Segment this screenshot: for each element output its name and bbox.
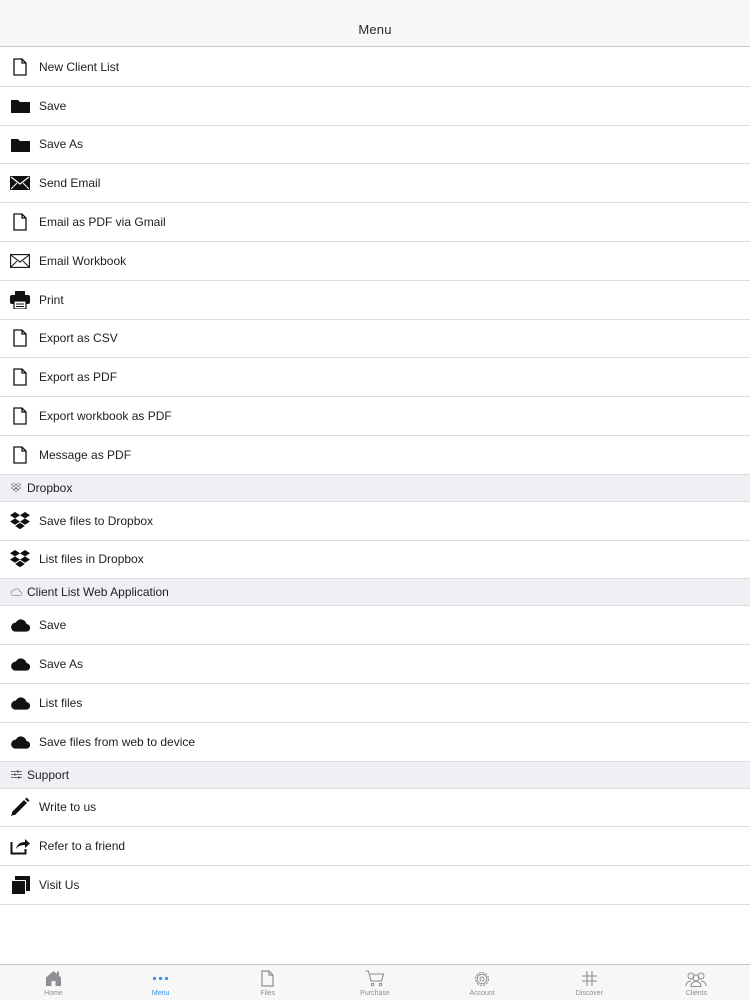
- cloud-icon: [10, 654, 30, 674]
- dropbox-small-icon: [10, 482, 22, 494]
- tab-label: Discover: [575, 990, 603, 997]
- tab-home[interactable]: Home: [0, 965, 107, 1000]
- share-icon: [10, 836, 30, 856]
- menu-item-email-workbook[interactable]: Email Workbook: [0, 241, 750, 281]
- menu-item-label: Export as CSV: [39, 331, 118, 346]
- menu-item-label: List files in Dropbox: [39, 552, 144, 567]
- menu-item-label: Write to us: [39, 800, 97, 815]
- printer-icon: [10, 290, 30, 310]
- section-header-support: Support: [0, 761, 750, 789]
- more-dots-icon: [152, 969, 169, 988]
- menu-item-email-pdf-gmail[interactable]: Email as PDF via Gmail: [0, 203, 750, 242]
- menu-item-label: Save files to Dropbox: [39, 513, 154, 528]
- document-icon: [10, 406, 30, 426]
- people-icon: [685, 969, 707, 988]
- sliders-icon: [10, 769, 22, 781]
- menu-item-label: Export as PDF: [39, 370, 118, 385]
- tab-menu[interactable]: Menu: [107, 965, 214, 1000]
- section-title: Client List Web Application: [27, 585, 169, 600]
- menu-item-label: Email Workbook: [39, 253, 127, 268]
- folder-icon: [10, 96, 30, 116]
- section-header-dropbox: Dropbox: [0, 474, 750, 502]
- menu-item-visit-us[interactable]: Visit Us: [0, 866, 750, 905]
- menu-item-save-to-dropbox[interactable]: Save files to Dropbox: [0, 501, 750, 541]
- menu-item-export-pdf[interactable]: Export as PDF: [0, 358, 750, 398]
- section-title: Support: [27, 767, 70, 782]
- cloud-icon: [10, 693, 30, 713]
- menu-item-web-list-files[interactable]: List files: [0, 683, 750, 723]
- folder-icon: [10, 134, 30, 154]
- envelope-outline-icon: [10, 251, 30, 271]
- document-icon: [10, 328, 30, 348]
- tab-label: Account: [469, 990, 495, 997]
- pencil-icon: [10, 797, 30, 817]
- menu-item-label: Save As: [39, 657, 84, 672]
- tab-label: Home: [44, 990, 63, 997]
- pages-icon: [10, 875, 30, 895]
- navigation-bar: Menu: [0, 0, 750, 47]
- hashtag-icon: [581, 969, 598, 988]
- tab-account[interactable]: Account: [429, 965, 536, 1000]
- gear-icon: [473, 969, 491, 988]
- file-icon: [261, 969, 274, 988]
- envelope-filled-icon: [10, 173, 30, 193]
- document-icon: [10, 445, 30, 465]
- menu-item-export-workbook-pdf[interactable]: Export workbook as PDF: [0, 397, 750, 436]
- home-icon: [45, 969, 62, 988]
- menu-item-new-client-list[interactable]: New Client List: [0, 48, 750, 87]
- cloud-icon: [10, 615, 30, 635]
- menu-list: New Client List Save Save As Send Email …: [0, 48, 750, 905]
- menu-item-message-pdf[interactable]: Message as PDF: [0, 435, 750, 475]
- tab-discover[interactable]: Discover: [536, 965, 643, 1000]
- tab-label: Purchase: [360, 990, 390, 997]
- menu-item-write-to-us[interactable]: Write to us: [0, 788, 750, 828]
- menu-item-label: New Client List: [39, 59, 120, 74]
- dropbox-icon: [10, 549, 30, 569]
- menu-item-web-save-to-device[interactable]: Save files from web to device: [0, 722, 750, 762]
- menu-item-label: Save files from web to device: [39, 734, 196, 749]
- tab-bar: Home Menu Files Purchase Account Discove…: [0, 964, 750, 1000]
- menu-item-label: Export workbook as PDF: [39, 409, 172, 424]
- section-header-web-app: Client List Web Application: [0, 579, 750, 607]
- menu-item-export-csv[interactable]: Export as CSV: [0, 319, 750, 359]
- menu-item-label: Save: [39, 98, 67, 113]
- menu-item-web-save[interactable]: Save: [0, 606, 750, 646]
- cloud-icon: [10, 732, 30, 752]
- section-title: Dropbox: [27, 480, 73, 495]
- menu-item-save[interactable]: Save: [0, 86, 750, 126]
- menu-item-label: Send Email: [39, 176, 101, 191]
- tab-clients[interactable]: Clients: [643, 965, 750, 1000]
- document-icon: [10, 57, 30, 77]
- cart-icon: [365, 969, 385, 988]
- menu-item-label: Email as PDF via Gmail: [39, 215, 166, 230]
- menu-item-refer-friend[interactable]: Refer to a friend: [0, 827, 750, 867]
- dropbox-icon: [10, 511, 30, 531]
- page-title: Menu: [358, 22, 392, 37]
- menu-item-web-save-as[interactable]: Save As: [0, 645, 750, 684]
- menu-item-save-as[interactable]: Save As: [0, 125, 750, 165]
- menu-item-label: Print: [39, 292, 64, 307]
- menu-item-label: List files: [39, 695, 83, 710]
- tab-purchase[interactable]: Purchase: [321, 965, 428, 1000]
- document-icon: [10, 212, 30, 232]
- cloud-small-icon: [10, 586, 22, 598]
- tab-label: Files: [260, 990, 276, 997]
- menu-item-send-email[interactable]: Send Email: [0, 164, 750, 204]
- tab-label: Menu: [151, 990, 170, 997]
- tab-label: Clients: [685, 990, 708, 997]
- menu-item-label: Save As: [39, 137, 84, 152]
- menu-item-label: Visit Us: [39, 878, 80, 893]
- menu-item-label: Refer to a friend: [39, 839, 126, 854]
- menu-item-list-dropbox[interactable]: List files in Dropbox: [0, 540, 750, 580]
- menu-item-print[interactable]: Print: [0, 280, 750, 320]
- menu-item-label: Message as PDF: [39, 447, 132, 462]
- tab-files[interactable]: Files: [214, 965, 321, 1000]
- menu-item-label: Save: [39, 618, 67, 633]
- document-icon: [10, 367, 30, 387]
